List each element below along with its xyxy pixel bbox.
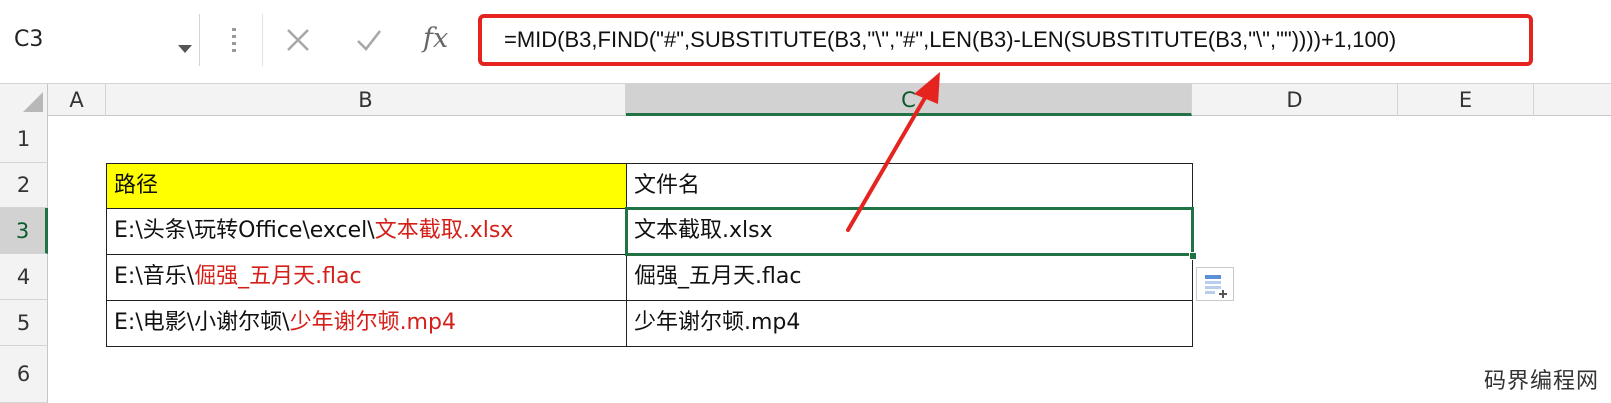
row-header-1[interactable]: 1: [0, 116, 48, 163]
name-box[interactable]: C3: [0, 14, 200, 66]
spreadsheet-grid: A B C D E 1 2 3 4 5 6 路径 文件名 E:\头条\玩转Off…: [0, 84, 1611, 403]
row-header-3[interactable]: 3: [0, 208, 48, 254]
column-header-d[interactable]: D: [1192, 84, 1398, 116]
path-prefix: E:\音乐\: [114, 264, 195, 289]
header-path-label: 路径: [114, 173, 159, 198]
row-header-6[interactable]: 6: [0, 346, 48, 403]
quick-analysis-button[interactable]: [1196, 267, 1234, 301]
watermark: 码界编程网: [1483, 369, 1599, 394]
path-filename: 文本截取.xlsx: [374, 218, 514, 243]
insert-function-icon[interactable]: fx: [423, 23, 448, 54]
row-header-5[interactable]: 5: [0, 300, 48, 346]
path-filename: 少年谢尔顿.mp4: [289, 310, 456, 335]
column-header-row: A B C D E: [0, 84, 1611, 116]
column-header-a[interactable]: A: [48, 84, 106, 116]
cancel-icon[interactable]: [285, 26, 311, 54]
select-all-icon: [23, 92, 43, 112]
check-icon[interactable]: [355, 26, 383, 54]
formula-buttons: fx: [262, 14, 474, 66]
name-box-value: C3: [14, 27, 44, 52]
cell-b2[interactable]: 路径: [106, 163, 627, 209]
path-filename: 倔强_五月天.flac: [194, 264, 362, 289]
path-prefix: E:\电影\小谢尔顿\: [114, 310, 290, 335]
header-filename-label: 文件名: [634, 173, 701, 198]
cell-c2[interactable]: 文件名: [626, 163, 1193, 209]
column-header-e[interactable]: E: [1398, 84, 1534, 116]
row-header-4[interactable]: 4: [0, 254, 48, 300]
formula-bar: C3 fx =MID(B3,FIND("#",SUBSTITUTE(B3,"\"…: [0, 0, 1611, 84]
select-all-button[interactable]: [0, 84, 48, 116]
cell-b5[interactable]: E:\电影\小谢尔顿\少年谢尔顿.mp4: [106, 300, 627, 347]
filename-value: 少年谢尔顿.mp4: [634, 310, 801, 335]
quick-analysis-icon: [1205, 275, 1227, 298]
formula-bar-grip[interactable]: [232, 28, 236, 52]
active-cell-border: [625, 207, 1194, 256]
formula-text: =MID(B3,FIND("#",SUBSTITUTE(B3,"\","#",L…: [504, 27, 1397, 52]
row-header-2[interactable]: 2: [0, 163, 48, 208]
path-prefix: E:\头条\玩转Office\excel\: [114, 218, 375, 243]
cell-b3[interactable]: E:\头条\玩转Office\excel\文本截取.xlsx: [106, 208, 627, 255]
cell-c5[interactable]: 少年谢尔顿.mp4: [626, 300, 1193, 347]
filename-value: 倔强_五月天.flac: [634, 264, 802, 289]
column-header-c[interactable]: C: [626, 84, 1192, 116]
chevron-down-icon[interactable]: [178, 45, 192, 53]
cell-b4[interactable]: E:\音乐\倔强_五月天.flac: [106, 254, 627, 301]
formula-input[interactable]: =MID(B3,FIND("#",SUBSTITUTE(B3,"\","#",L…: [478, 14, 1533, 66]
column-header-b[interactable]: B: [106, 84, 626, 116]
cell-c4[interactable]: 倔强_五月天.flac: [626, 254, 1193, 301]
fill-handle[interactable]: [1189, 252, 1197, 260]
